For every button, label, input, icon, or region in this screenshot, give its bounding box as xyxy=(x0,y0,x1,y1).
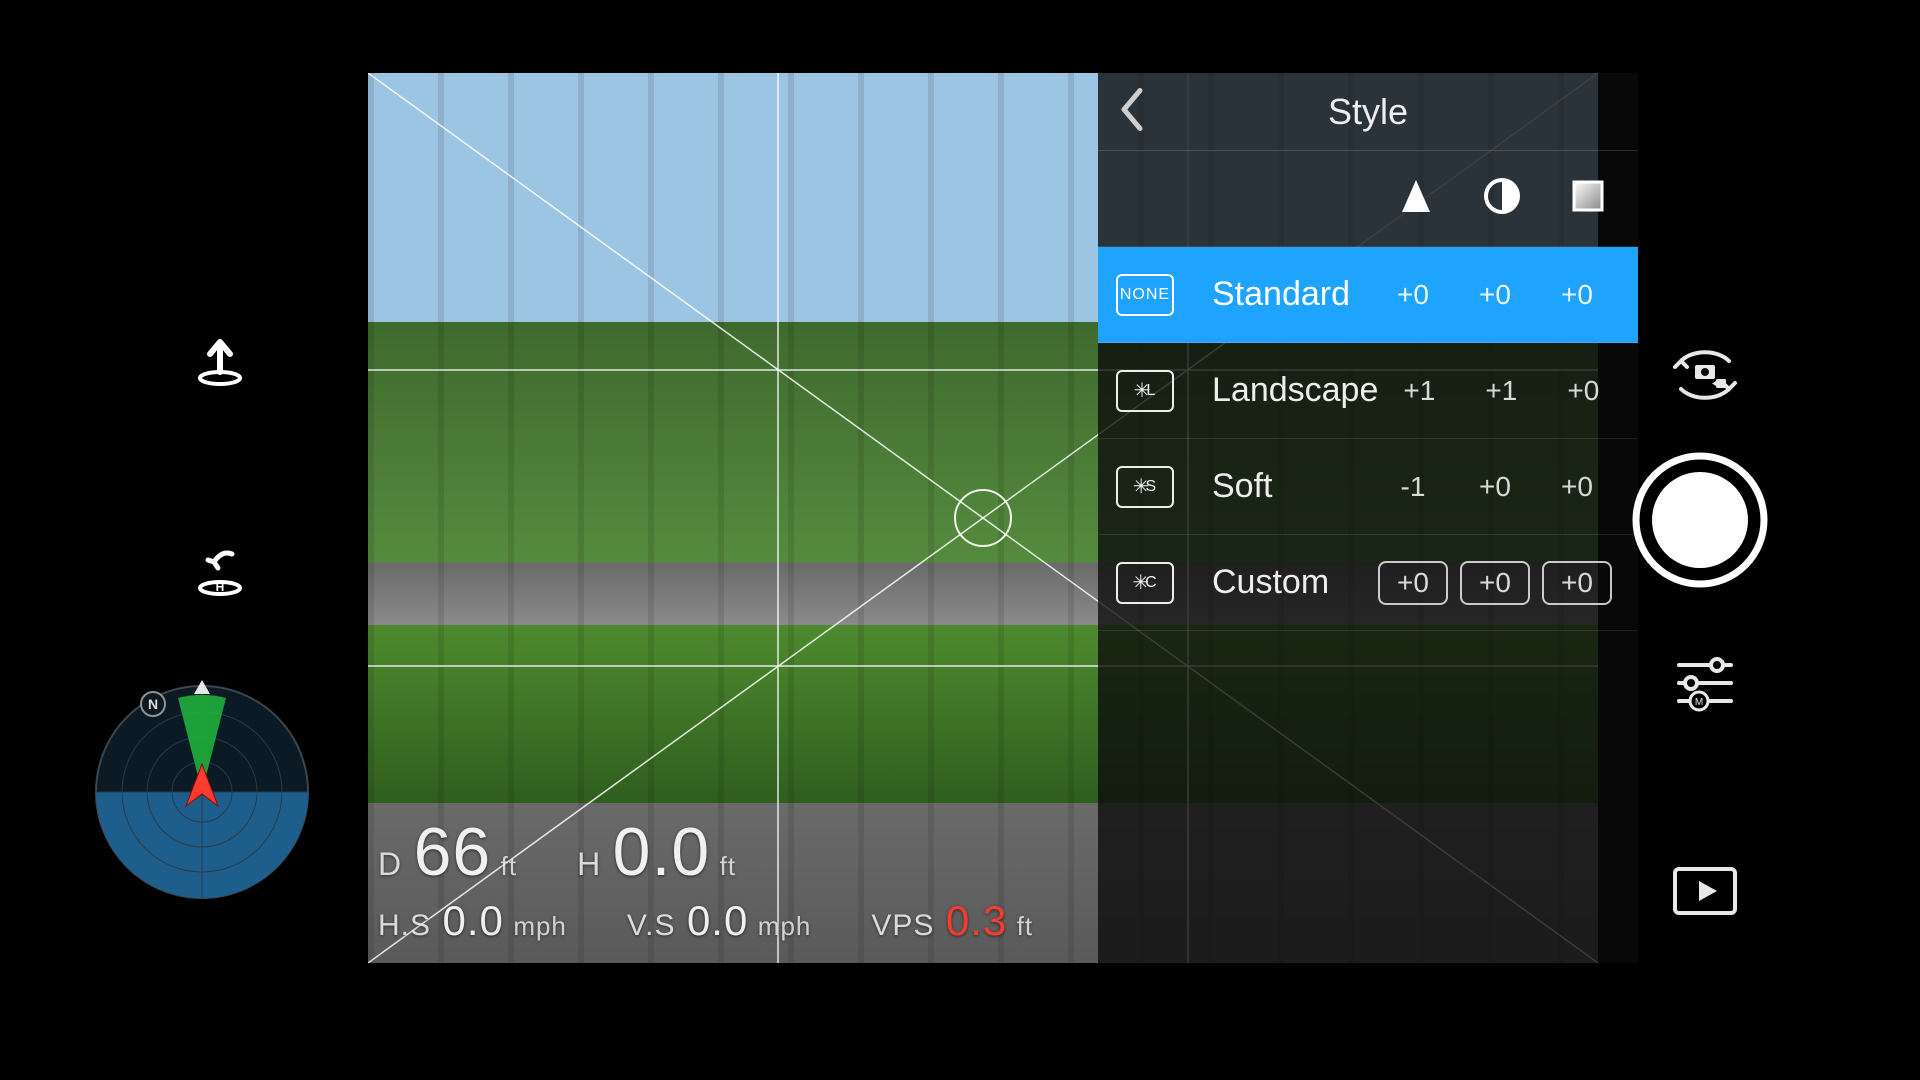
style-row-landscape[interactable]: ✳L Landscape +1 +1 +0 xyxy=(1098,343,1638,439)
style-sat: +0 xyxy=(1536,471,1618,503)
app-stage: D 66 ft H 0.0 ft H.S 0.0 mph V.S xyxy=(0,0,1920,1080)
height-label: H xyxy=(577,846,601,882)
style-sharp: -1 xyxy=(1372,471,1454,503)
height-value: 0.0 xyxy=(613,814,711,890)
style-sharp-input[interactable]: +0 xyxy=(1378,561,1448,605)
panel-title: Style xyxy=(1328,91,1408,133)
takeoff-button[interactable] xyxy=(180,320,260,400)
style-badge-l: ✳L xyxy=(1116,370,1174,412)
vspeed-label: V.S xyxy=(627,909,676,942)
hspeed-value: 0.0 xyxy=(442,897,503,944)
shutter-icon xyxy=(1630,450,1770,590)
vps-label: VPS xyxy=(871,909,934,942)
style-name: Custom xyxy=(1194,563,1372,602)
style-contrast: +0 xyxy=(1454,279,1536,311)
style-badge-s: ✳S xyxy=(1116,466,1174,508)
sharpness-icon xyxy=(1396,176,1436,221)
style-sat: +0 xyxy=(1536,279,1618,311)
return-home-button[interactable]: H xyxy=(180,530,260,610)
vps-value: 0.3 xyxy=(946,897,1007,944)
photo-video-toggle[interactable] xyxy=(1660,330,1750,420)
back-button[interactable] xyxy=(1116,86,1146,137)
style-contrast-input[interactable]: +0 xyxy=(1460,561,1530,605)
takeoff-icon xyxy=(188,328,252,392)
sliders-icon: M xyxy=(1669,645,1741,717)
saturation-icon xyxy=(1568,176,1608,221)
telemetry-hud: D 66 ft H 0.0 ft H.S 0.0 mph V.S xyxy=(378,807,1033,945)
dist-label: D xyxy=(378,846,402,882)
vspeed-value: 0.0 xyxy=(687,897,748,944)
style-badge-none: NONE xyxy=(1116,274,1174,316)
style-name: Standard xyxy=(1194,275,1372,314)
style-sharp: +0 xyxy=(1372,279,1454,311)
vps-unit: ft xyxy=(1017,911,1033,941)
photo-video-toggle-icon xyxy=(1665,335,1745,415)
playback-icon xyxy=(1669,863,1741,919)
attitude-radar[interactable]: N xyxy=(90,680,314,904)
style-row-soft[interactable]: ✳S Soft -1 +0 +0 xyxy=(1098,439,1638,535)
style-badge-c: ✳C xyxy=(1116,562,1174,604)
style-sat-input[interactable]: +0 xyxy=(1542,561,1612,605)
svg-text:H: H xyxy=(216,580,225,594)
style-contrast: +1 xyxy=(1460,375,1542,407)
style-contrast: +0 xyxy=(1454,471,1536,503)
shutter-button[interactable] xyxy=(1630,450,1770,590)
style-sharp: +1 xyxy=(1378,375,1460,407)
svg-text:M: M xyxy=(1695,697,1703,708)
style-name: Landscape xyxy=(1194,371,1378,410)
hspeed-label: H.S xyxy=(378,909,431,942)
dist-value: 66 xyxy=(414,814,492,890)
style-row-standard[interactable]: NONE Standard +0 +0 +0 xyxy=(1098,247,1638,343)
style-name: Soft xyxy=(1194,467,1372,506)
vspeed-unit: mph xyxy=(758,911,812,941)
camera-settings-button[interactable]: M xyxy=(1660,636,1750,726)
north-label: N xyxy=(148,696,158,712)
height-unit: ft xyxy=(720,851,736,881)
chevron-left-icon xyxy=(1116,86,1146,132)
panel-column-icons xyxy=(1098,151,1638,247)
contrast-icon xyxy=(1482,176,1522,221)
style-list: NONE Standard +0 +0 +0 ✳L Landscape +1 +… xyxy=(1098,247,1638,963)
return-home-icon: H xyxy=(188,538,252,602)
style-row-custom[interactable]: ✳C Custom +0 +0 +0 xyxy=(1098,535,1638,631)
right-controls: M xyxy=(1610,0,1770,1080)
hspeed-unit: mph xyxy=(513,911,567,941)
panel-header: Style xyxy=(1098,73,1638,151)
left-controls: H xyxy=(150,0,290,1080)
dist-unit: ft xyxy=(501,851,517,881)
playback-button[interactable] xyxy=(1660,846,1750,936)
style-panel: Style NO xyxy=(1098,73,1638,963)
